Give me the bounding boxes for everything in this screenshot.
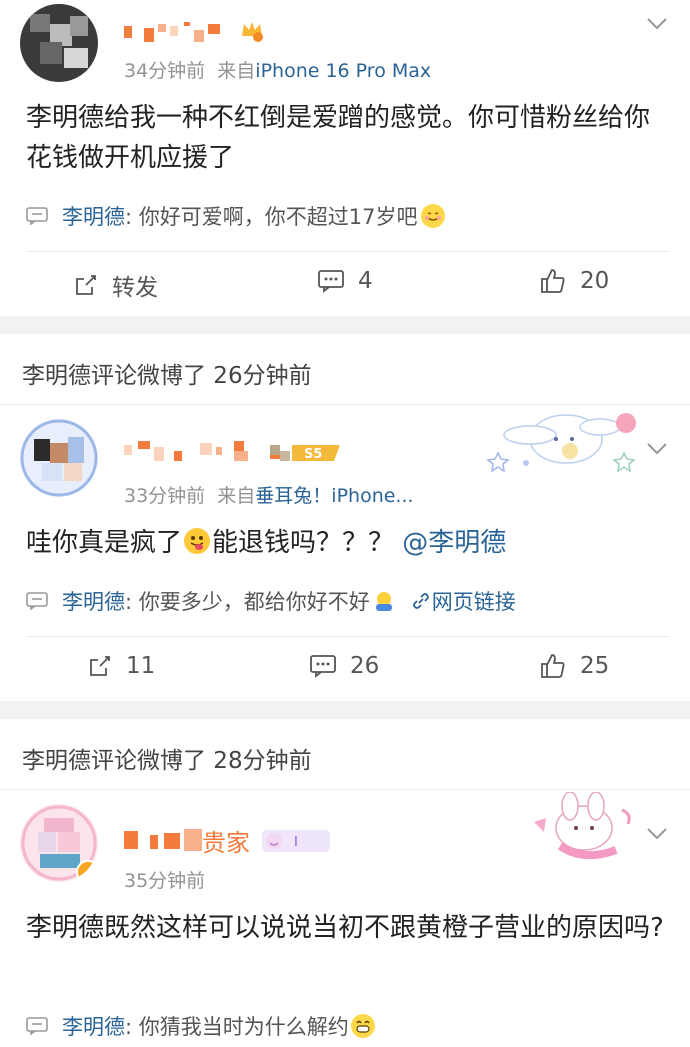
- section-separator: [0, 701, 690, 719]
- activity-header-2: 李明德评论微博了 28分钟前: [0, 719, 690, 789]
- divider: [26, 251, 670, 252]
- svg-text:I: I: [294, 835, 298, 850]
- vip-level-text: S5: [304, 447, 322, 462]
- comment-bubble-icon: [26, 1017, 48, 1035]
- post-time: 34分钟前: [124, 60, 206, 82]
- avatar-blurred-image: [20, 419, 98, 497]
- post-text-part-2: 能退钱吗？？？: [212, 528, 395, 558]
- comment-bubble-icon: [26, 207, 48, 225]
- avatar[interactable]: [20, 4, 98, 82]
- reply-text: : 你猜我当时为什么解约: [125, 1015, 349, 1039]
- grin-emoji-icon: [350, 1014, 375, 1038]
- username[interactable]: 贵家: [124, 826, 250, 857]
- web-link[interactable]: 网页链接: [410, 586, 516, 616]
- thumbs-up-icon: [541, 269, 565, 293]
- source-prefix: 来自: [217, 485, 256, 507]
- fan-badge: I: [262, 830, 330, 852]
- like-count: 20: [580, 268, 610, 294]
- post-meta: 33分钟前 来自垂耳兔！iPhone...: [124, 481, 414, 508]
- comment-icon: [310, 655, 336, 678]
- reply-line[interactable]: 李明德: 你猜我当时为什么解约: [26, 1011, 375, 1041]
- web-link-label: 网页链接: [431, 590, 516, 614]
- comment-button[interactable]: 26: [310, 653, 379, 679]
- like-button[interactable]: 25: [540, 653, 609, 679]
- smile-emoji-icon: [421, 204, 446, 228]
- repost-label: 转发: [112, 275, 158, 301]
- post-time: 33分钟前: [124, 485, 206, 507]
- like-button[interactable]: 20: [540, 268, 609, 294]
- post-text-part-1: 哇你真是疯了: [26, 528, 183, 558]
- reply-username[interactable]: 李明德: [62, 1011, 125, 1041]
- post-text: 哇你真是疯了 能退钱吗？？？ @李明德: [26, 523, 666, 563]
- reply-line[interactable]: 李明德: 你要多少，都给你好不好 网页链接: [26, 586, 516, 616]
- chevron-down-icon[interactable]: [644, 820, 670, 846]
- post-source[interactable]: iPhone 16 Pro Max: [255, 60, 431, 82]
- section-separator: [0, 316, 690, 334]
- verified-badge-icon: [76, 860, 98, 882]
- avatar[interactable]: [20, 419, 98, 497]
- activity-header-1: 李明德评论微博了 26分钟前: [0, 334, 690, 404]
- source-prefix: 来自: [217, 60, 256, 82]
- comment-icon: [318, 270, 344, 293]
- reply-username[interactable]: 李明德: [62, 201, 125, 231]
- post-time: 35分钟前: [124, 870, 206, 892]
- comment-count: 26: [350, 653, 380, 679]
- reply-username[interactable]: 李明德: [62, 586, 125, 616]
- post-meta: 35分钟前: [124, 866, 205, 893]
- username-censored: [124, 829, 202, 851]
- username-visible-part: 贵家: [202, 828, 250, 857]
- like-count: 25: [580, 653, 610, 679]
- repost-button[interactable]: 转发: [74, 268, 158, 302]
- activity-title: 李明德评论微博了 28分钟前: [22, 748, 312, 774]
- comment-count: 4: [358, 268, 373, 294]
- divider: [26, 636, 670, 637]
- vip-level-badge: S5: [270, 443, 340, 463]
- crown-badge-icon: [240, 18, 264, 46]
- repost-button[interactable]: 11: [88, 653, 155, 679]
- avatar[interactable]: [20, 804, 98, 882]
- mention-link[interactable]: @李明德: [402, 528, 506, 558]
- hug-emoji-icon: [372, 590, 396, 612]
- post-text: 李明德既然这样可以说说当初不跟黄橙子营业的原因吗?: [26, 913, 664, 943]
- reply-text: : 你好可爱啊，你不超过17岁吧: [125, 205, 418, 229]
- tongue-out-emoji-icon: [184, 528, 211, 554]
- post-card-1: 34分钟前 来自iPhone 16 Pro Max 李明德给我一种不红倒是爱蹭的…: [0, 0, 690, 316]
- post-source[interactable]: 垂耳兔！iPhone...: [255, 485, 413, 507]
- repost-count: 11: [126, 653, 156, 679]
- reply-line[interactable]: 李明德: 你好可爱啊，你不超过17岁吧: [26, 201, 446, 231]
- chevron-down-icon[interactable]: [644, 435, 670, 461]
- post-card-3: 贵家 I 35分钟前 李明德既然这样可以说说当初不跟黄橙子营业的原因吗? 李明德…: [0, 790, 690, 1047]
- repost-icon: [76, 275, 96, 295]
- chevron-down-icon[interactable]: [644, 10, 670, 36]
- activity-title: 李明德评论微博了 26分钟前: [22, 363, 312, 389]
- username-censored[interactable]: [124, 441, 294, 463]
- repost-icon: [90, 656, 110, 676]
- decorative-sticker-bunny: [530, 791, 640, 864]
- avatar-blurred-image: [30, 14, 88, 68]
- post-card-2: S5 33分钟前 来自垂耳兔！iPhone... 哇你真是疯了 能退钱吗？？？ @…: [0, 405, 690, 701]
- post-meta: 34分钟前 来自iPhone 16 Pro Max: [124, 56, 431, 83]
- link-icon: [412, 593, 429, 609]
- thumbs-up-icon: [541, 654, 565, 678]
- post-text: 李明德给我一种不红倒是爱蹭的感觉。你可惜粉丝给你花钱做开机应援了: [26, 103, 651, 173]
- decorative-sticker-cinnamoroll: [486, 405, 646, 475]
- comment-button[interactable]: 4: [318, 268, 373, 294]
- reply-text: : 你要多少，都给你好不好: [125, 590, 370, 614]
- comment-bubble-icon: [26, 592, 48, 610]
